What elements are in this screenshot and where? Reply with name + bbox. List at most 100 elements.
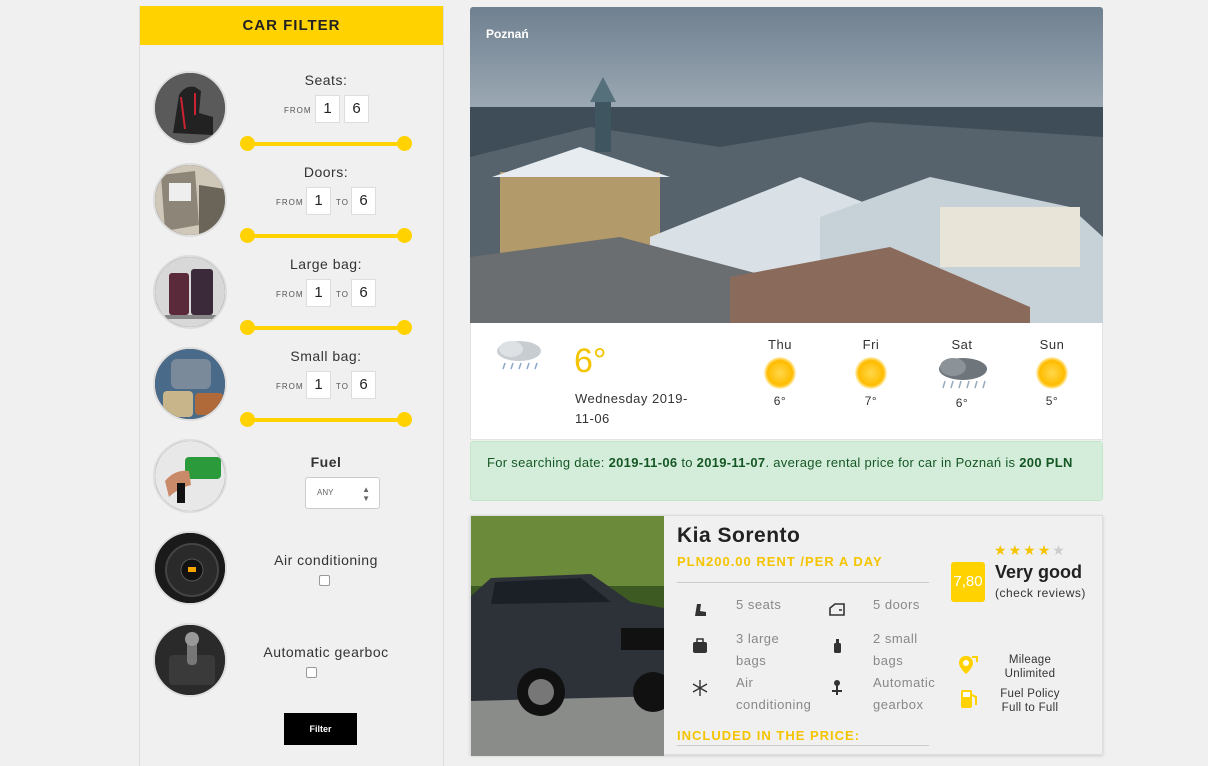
feature-seats: 5 seats (736, 597, 782, 612)
forecast-temp: 6° (955, 396, 969, 410)
star-icon: ★ (1052, 543, 1067, 559)
forecast-temp: 5° (1045, 394, 1059, 408)
notice-to: to (677, 455, 697, 470)
seat-icon (695, 604, 706, 616)
small-bag-label: Small bag: (290, 348, 362, 364)
hero-city-label: Poznań (486, 27, 529, 41)
seats-filter: Seats: FROM 1 6 (140, 45, 443, 151)
cloud-rain-icon (933, 355, 991, 391)
weather-widget: 6° Wednesday 2019-11-06 Thu 6° Fri 7° Sa… (470, 323, 1103, 440)
door-icon (829, 603, 845, 616)
rating-score: 7,80 (951, 562, 985, 602)
fuel-label: Fuel (310, 454, 342, 470)
forecast-temp: 6° (773, 394, 787, 408)
gearbox-icon (832, 680, 842, 695)
seats-from-input[interactable]: 1 (315, 95, 340, 123)
car-price: PLN200.00 RENT /PER A DAY (677, 554, 883, 569)
fuel-selected-value: ANY (317, 488, 334, 497)
forecast-day: Sun 5° (1022, 337, 1082, 408)
large-bag-image (153, 255, 227, 329)
seats-to-input[interactable]: 6 (344, 95, 369, 123)
doors-to-input[interactable]: 6 (351, 187, 376, 215)
star-icon: ★ (1037, 543, 1053, 559)
mileage-value: Unlimited (1004, 668, 1056, 680)
star-icon: ★ (1008, 543, 1024, 559)
gearbox-filter: Automatic gearboc (140, 597, 443, 697)
doors-image (153, 163, 227, 237)
check-reviews-link[interactable]: (check reviews) (995, 586, 1086, 600)
forecast-day-name: Sat (951, 337, 973, 352)
small-bag-to-input[interactable]: 6 (351, 371, 376, 399)
feature-doors: 5 doors (873, 597, 920, 612)
car-card[interactable]: Kia Sorento PLN200.00 RENT /PER A DAY 5 … (470, 515, 1103, 756)
small-bag-from-input[interactable]: 1 (306, 371, 331, 399)
large-bag-to-label: TO (336, 290, 349, 299)
map-pin-icon (959, 656, 978, 674)
sun-icon (1036, 357, 1068, 389)
gearbox-checkbox[interactable] (306, 667, 317, 678)
air-conditioning-image (153, 531, 227, 605)
included-heading: INCLUDED IN THE PRICE: (677, 728, 861, 743)
current-date: Wednesday 2019-11-06 (575, 391, 688, 426)
air-conditioning-checkbox[interactable] (319, 575, 330, 586)
car-name[interactable]: Kia Sorento (677, 524, 800, 548)
sun-icon (764, 357, 796, 389)
forecast-temp: 7° (864, 394, 878, 408)
doors-to-label: TO (336, 198, 349, 207)
mileage-label: Mileage (1008, 654, 1052, 666)
large-bag-from-input[interactable]: 1 (306, 279, 331, 307)
doors-filter: Doors: FROM 1 TO 6 (140, 137, 443, 243)
doors-from-input[interactable]: 1 (306, 187, 331, 215)
small-bag-to-label: TO (336, 382, 349, 391)
divider (677, 582, 929, 583)
small-bag-image (153, 347, 227, 421)
fuel-filter: Fuel ANY ▲ ▼ (140, 413, 443, 513)
mileage-info: Mileage Unlimited (987, 653, 1073, 681)
filter-button[interactable]: Filter (284, 713, 357, 745)
feature-large-bags: 3 large bags (736, 631, 780, 668)
star-icon: ★ (1023, 543, 1038, 559)
seats-from-label: FROM (284, 106, 312, 115)
notice-middle: . average rental price for car in Poznań… (765, 455, 1020, 470)
forecast-day: Sat 6° (932, 337, 992, 410)
air-conditioning-filter: Air conditioning (140, 505, 443, 605)
notice-price: 200 PLN (1019, 455, 1073, 470)
car-image[interactable] (471, 516, 664, 756)
feature-gearbox: Automatic gearbox (873, 675, 936, 712)
fuel-policy-info: Fuel Policy Full to Full (987, 687, 1073, 715)
average-price-notice: For searching date: 2019-11-06 to 2019-1… (470, 441, 1103, 501)
feature-air: Air conditioning (736, 675, 812, 712)
notice-date-from: 2019-11-06 (608, 455, 678, 470)
seats-image (153, 71, 227, 145)
current-temperature: 6° (574, 342, 607, 380)
rating-stars: ★★★★★ (994, 543, 1067, 559)
cloud-rain-icon (493, 337, 545, 375)
notice-prefix: For searching date: (487, 455, 609, 470)
large-bag-from-label: FROM (276, 290, 304, 299)
forecast-day: Fri 7° (841, 337, 901, 408)
fuel-image (153, 439, 227, 513)
large-bag-icon (693, 638, 707, 653)
snowflake-icon (692, 680, 708, 696)
forecast-day-name: Fri (862, 337, 880, 352)
notice-date-to: 2019-11-07 (696, 455, 766, 470)
car-filter-panel: CAR FILTER Seats: FROM 1 6 Doors: FROM 1… (139, 6, 444, 766)
forecast-day-name: Sun (1039, 337, 1065, 352)
large-bag-filter: Large bag: FROM 1 TO 6 (140, 229, 443, 335)
large-bag-to-input[interactable]: 6 (351, 279, 376, 307)
doors-from-label: FROM (276, 198, 304, 207)
feature-small-bags: 2 small bags (873, 631, 918, 668)
star-icon: ★ (994, 543, 1009, 559)
forecast-day: Thu 6° (750, 337, 810, 408)
doors-label: Doors: (303, 164, 349, 180)
fuel-policy-value: Full to Full (1001, 702, 1059, 714)
large-bag-label: Large bag: (290, 256, 362, 272)
divider (677, 745, 929, 746)
fuel-policy-label: Fuel Policy (1000, 688, 1060, 700)
small-bag-from-label: FROM (276, 382, 304, 391)
small-bag-icon (834, 639, 841, 653)
small-bag-filter: Small bag: FROM 1 TO 6 (140, 321, 443, 427)
filter-title: CAR FILTER (140, 6, 443, 45)
chevron-updown-icon: ▲ ▼ (362, 485, 370, 503)
gearbox-image (153, 623, 227, 697)
